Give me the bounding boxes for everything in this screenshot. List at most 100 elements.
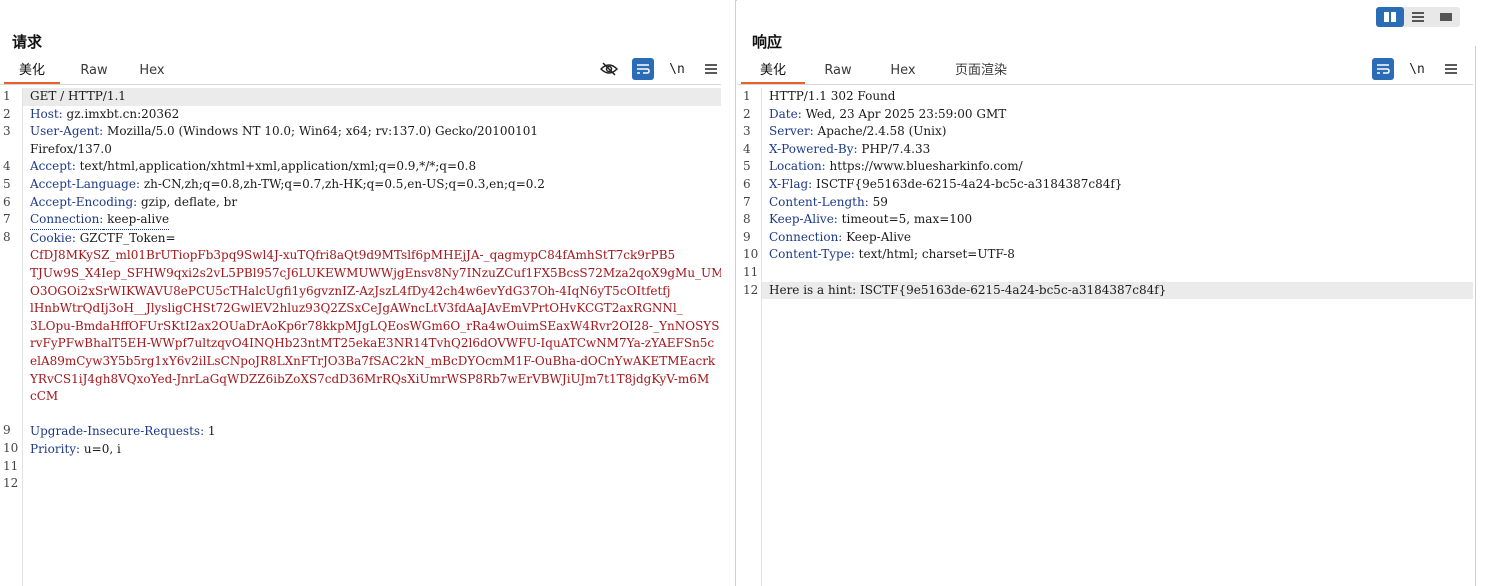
newline-icon[interactable]: \n (1406, 58, 1428, 80)
request-editor[interactable]: GET / HTTP/1.1 Host: gz.imxbt.cn:20362 Use… (0, 88, 721, 586)
line-number: 6 (743, 177, 751, 191)
line-text: HTTP/1.1 302 Found (769, 89, 896, 103)
code-line[interactable]: User-Agent: Mozilla/5.0 (Windows NT 10.0… (23, 123, 721, 141)
header-value: Keep-Alive (842, 229, 911, 244)
response-tab-hex[interactable]: Hex (871, 58, 935, 84)
code-line[interactable]: Date: Wed, 23 Apr 2025 23:59:00 GMT (762, 106, 1473, 124)
line-number: 9 (743, 229, 751, 244)
code-line[interactable]: Here is a hint: ISCTF{9e5163de-6215-4a24… (762, 281, 1473, 300)
single-pane-icon[interactable] (1432, 7, 1460, 27)
newline-icon[interactable]: \n (666, 58, 688, 80)
menu-icon[interactable] (1440, 58, 1462, 80)
request-tab-hex[interactable]: Hex (128, 58, 176, 84)
header-name: X-Powered-By: (769, 141, 858, 156)
response-editor[interactable]: HTTP/1.1 302 Found Date: Wed, 23 Apr 2025… (737, 88, 1473, 586)
code-line[interactable]: Priority: u=0, i (23, 441, 721, 459)
code-line[interactable] (23, 476, 721, 494)
menu-icon[interactable] (700, 58, 722, 80)
code-line[interactable]: YRvCS1iJ4gh8VQxoYed-JnrLaGqWDZZ6ibZoXS7c… (23, 371, 721, 389)
cookie-value: O3OGOi2xSrWIKWAVU8ePCU5cTHalcUgfi1y6gvzn… (30, 283, 671, 298)
line-number: 3 (743, 124, 751, 139)
layout-switch (1376, 7, 1460, 27)
cookie-value: cCM (30, 389, 59, 404)
code-line[interactable]: Location: https://www.bluesharkinfo.com/ (762, 158, 1473, 176)
code-line[interactable]: Firefox/137.0 (23, 141, 721, 159)
line-number: 10 (3, 441, 19, 455)
header-name: Accept-Language: (30, 176, 141, 191)
header-value: 59 (868, 194, 888, 209)
code-line[interactable]: HTTP/1.1 302 Found (762, 88, 1473, 106)
line-number: 8 (743, 212, 751, 227)
split-horizontal-icon[interactable] (1404, 7, 1432, 27)
code-line[interactable]: rvFyPFwBhalT5EH-WWpf7ultzqvO4INQHb23ntMT… (23, 335, 721, 353)
code-line[interactable]: O3OGOi2xSrWIKWAVU8ePCU5cTHalcUgfi1y6gvzn… (23, 283, 721, 301)
line-text (30, 406, 34, 424)
code-line[interactable]: Server: Apache/2.4.58 (Unix) (762, 123, 1473, 141)
response-tab-render[interactable]: 页面渲染 (935, 58, 1027, 84)
code-line[interactable]: Cookie: GZCTF_Token= (23, 230, 721, 248)
header-name: Accept-Encoding: (30, 194, 138, 209)
line-text (769, 264, 773, 282)
response-code[interactable]: HTTP/1.1 302 Found Date: Wed, 23 Apr 2025… (762, 88, 1473, 586)
line-number: 7 (3, 212, 11, 227)
code-line[interactable]: cCM (23, 388, 721, 406)
header-name: User-Agent: (30, 124, 104, 139)
code-line[interactable]: CfDJ8MKySZ_ml01BrUTiopFb3pq9Swl4J-xuTQfr… (23, 247, 721, 265)
code-line[interactable]: Content-Length: 59 (762, 194, 1473, 212)
line-text: Here is a hint: ISCTF{9e5163de-6215-4a24… (769, 282, 1167, 297)
code-line[interactable]: Accept: text/html,application/xhtml+xml,… (23, 158, 721, 176)
header-value: Apache/2.4.58 (Unix) (813, 124, 947, 139)
response-tab-raw[interactable]: Raw (805, 58, 871, 84)
code-line[interactable]: Content-Type: text/html; charset=UTF-8 (762, 246, 1473, 264)
request-pane: 请求 美化 Raw Hex \n GET / HTTP/1.1 Host: gz.… (0, 0, 736, 586)
header-name: Connection: (30, 211, 104, 230)
hide-icon[interactable] (598, 58, 620, 80)
header-name: Content-Length: (769, 194, 869, 209)
code-line[interactable]: lHnbWtrQdIj3oH__JlysligCHSt72GwlEV2hluz9… (23, 300, 721, 318)
code-line[interactable] (762, 264, 1473, 282)
header-value: PHP/7.4.33 (857, 141, 931, 156)
cookie-value: 3LOpu-BmdaHffOFUrSKtI2ax2OUaDrAoKp6r78kk… (30, 318, 720, 333)
code-line[interactable]: TJUw9S_X4Iep_SFHW9qxi2s2vL5PBl957cJ6LUKE… (23, 265, 721, 283)
code-line[interactable]: Accept-Language: zh-CN,zh;q=0.8,zh-TW;q=… (23, 176, 721, 194)
code-line[interactable]: X-Flag: ISCTF{9e5163de-6215-4a24-bc5c-a3… (762, 176, 1473, 194)
line-number: 4 (3, 159, 11, 174)
code-line[interactable]: X-Powered-By: PHP/7.4.33 (762, 141, 1473, 159)
response-pane: 响应 美化 Raw Hex 页面渲染 \n HTTP/1.1 302 Found… (737, 0, 1489, 586)
request-tab-raw[interactable]: Raw (60, 58, 128, 84)
line-number: 11 (743, 265, 759, 279)
header-name: Content-Type: (769, 247, 855, 262)
cookie-value: TJUw9S_X4Iep_SFHW9qxi2s2vL5PBl957cJ6LUKE… (30, 265, 721, 280)
request-tab-pretty[interactable]: 美化 (4, 58, 60, 85)
code-line[interactable]: Upgrade-Insecure-Requests: 1 (23, 423, 721, 441)
code-line[interactable]: Host: gz.imxbt.cn:20362 (23, 106, 721, 124)
code-line[interactable] (23, 406, 721, 424)
code-line[interactable]: Connection: keep-alive (23, 211, 721, 230)
code-line[interactable]: Connection: Keep-Alive (762, 229, 1473, 247)
wrap-icon[interactable] (1372, 58, 1394, 80)
code-line[interactable] (23, 458, 721, 476)
cookie-value: lHnbWtrQdIj3oH__JlysligCHSt72GwlEV2hluz9… (30, 301, 683, 316)
line-number: 5 (743, 159, 751, 174)
wrap-icon[interactable] (632, 58, 654, 80)
line-number: 11 (3, 458, 19, 473)
request-code[interactable]: GET / HTTP/1.1 Host: gz.imxbt.cn:20362 Use… (23, 88, 721, 586)
response-tab-pretty[interactable]: 美化 (741, 58, 805, 85)
header-name: Location: (769, 159, 826, 174)
line-number: 1 (3, 89, 11, 103)
code-line[interactable]: Keep-Alive: timeout=5, max=100 (762, 211, 1473, 229)
line-number: 10 (743, 247, 759, 262)
code-line[interactable]: GET / HTTP/1.1 (23, 88, 721, 106)
header-name: Upgrade-Insecure-Requests: (30, 424, 205, 439)
cookie-value: CfDJ8MKySZ_ml01BrUTiopFb3pq9Swl4J-xuTQfr… (30, 248, 676, 263)
header-name: Priority: (30, 441, 81, 456)
split-vertical-icon[interactable] (1376, 7, 1404, 27)
code-line[interactable]: Accept-Encoding: gzip, deflate, br (23, 194, 721, 212)
header-value: ISCTF{9e5163de-6215-4a24-bc5c-a3184387c8… (812, 176, 1123, 191)
header-name: Host: (30, 106, 63, 121)
header-name: Server: (769, 124, 814, 139)
code-line[interactable]: 3LOpu-BmdaHffOFUrSKtI2ax2OUaDrAoKp6r78kk… (23, 318, 721, 336)
request-toolbar: \n (586, 58, 722, 80)
code-line[interactable]: elA89mCyw3Y5b5rg1xY6v2ilLsCNpoJR8LXnFTrJ… (23, 353, 721, 371)
line-number: 9 (3, 423, 11, 438)
